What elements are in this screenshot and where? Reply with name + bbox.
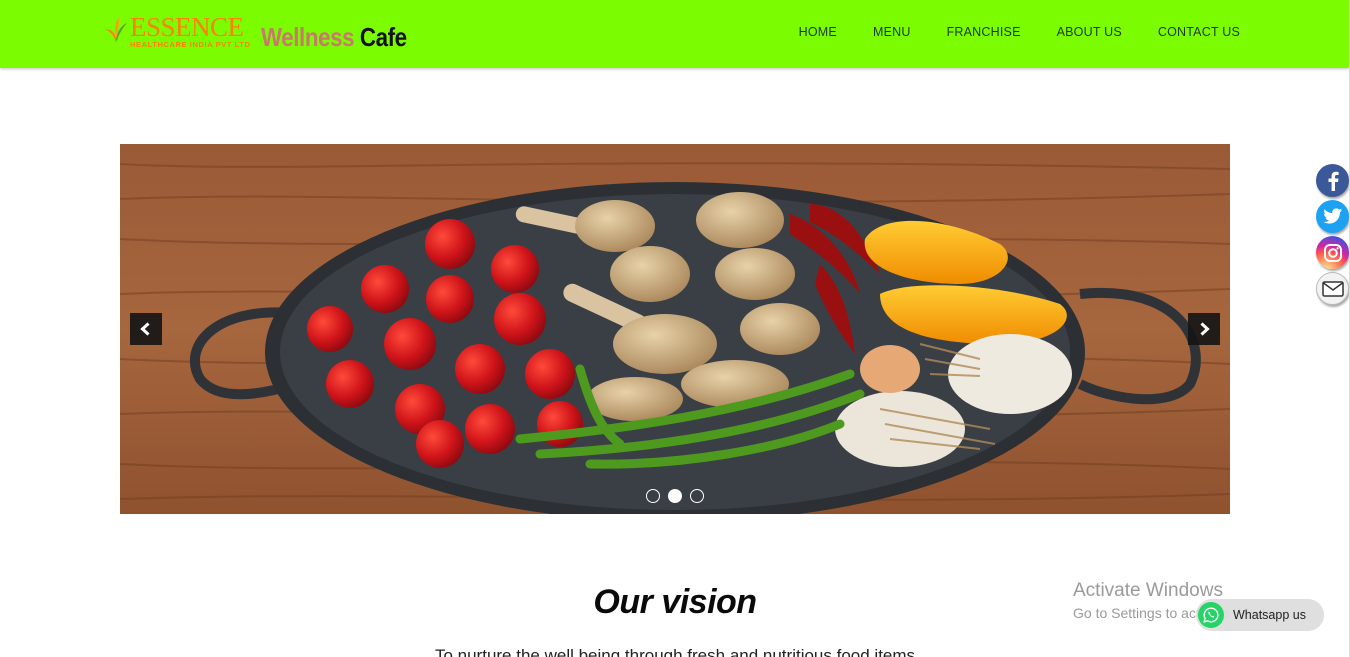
- nav-menu[interactable]: MENU: [873, 25, 911, 39]
- brand-logo[interactable]: ESSENCE HEALTHCARE INDIA PVT LTD Wellnes…: [104, 14, 430, 56]
- hero-carousel: [120, 144, 1230, 514]
- nav-contact-us[interactable]: CONTACT US: [1158, 25, 1240, 39]
- carousel-indicator-2[interactable]: [668, 489, 682, 503]
- carousel-next-button[interactable]: [1188, 313, 1220, 345]
- leaf-icon: [105, 17, 127, 44]
- facebook-link[interactable]: [1316, 164, 1349, 197]
- wellness-text: Wellness: [260, 22, 355, 52]
- mail-icon: [1321, 280, 1344, 297]
- whatsapp-button[interactable]: Whatsapp us: [1196, 599, 1324, 631]
- cafe-text: Cafe: [359, 22, 407, 52]
- twitter-link[interactable]: [1316, 200, 1349, 233]
- essence-wordmark: ESSENCE HEALTHCARE INDIA PVT LTD: [130, 12, 251, 50]
- carousel-indicator-3[interactable]: [690, 489, 704, 503]
- social-sidebar: [1316, 164, 1349, 305]
- essence-title: ESSENCE: [130, 12, 244, 42]
- nav-about-us[interactable]: ABOUT US: [1057, 25, 1122, 39]
- instagram-link[interactable]: [1316, 236, 1349, 269]
- mail-link[interactable]: [1316, 272, 1349, 305]
- main-nav: HOME MENU FRANCHISE ABOUT US CONTACT US: [799, 25, 1240, 39]
- facebook-icon: [1328, 171, 1339, 191]
- carousel-indicator-1[interactable]: [646, 489, 660, 503]
- nav-home[interactable]: HOME: [799, 25, 837, 39]
- essence-subtitle: HEALTHCARE INDIA PVT LTD: [130, 40, 251, 49]
- whatsapp-icon: [1198, 602, 1224, 628]
- carousel-indicators: [646, 489, 704, 503]
- vision-text: To nurture the well being through fresh …: [434, 646, 916, 657]
- chevron-left-icon: [140, 322, 150, 336]
- header-navbar: ESSENCE HEALTHCARE INDIA PVT LTD Wellnes…: [0, 0, 1349, 68]
- instagram-icon: [1323, 243, 1342, 262]
- page: ESSENCE HEALTHCARE INDIA PVT LTD Wellnes…: [0, 0, 1350, 657]
- wellness-cafe-wordmark: Wellness Cafe: [261, 22, 407, 52]
- chevron-right-icon: [1200, 322, 1210, 336]
- carousel-prev-button[interactable]: [130, 313, 162, 345]
- twitter-icon: [1322, 208, 1342, 224]
- whatsapp-label: Whatsapp us: [1233, 608, 1306, 622]
- carousel-slide-image: [120, 144, 1230, 514]
- nav-franchise[interactable]: FRANCHISE: [947, 25, 1021, 39]
